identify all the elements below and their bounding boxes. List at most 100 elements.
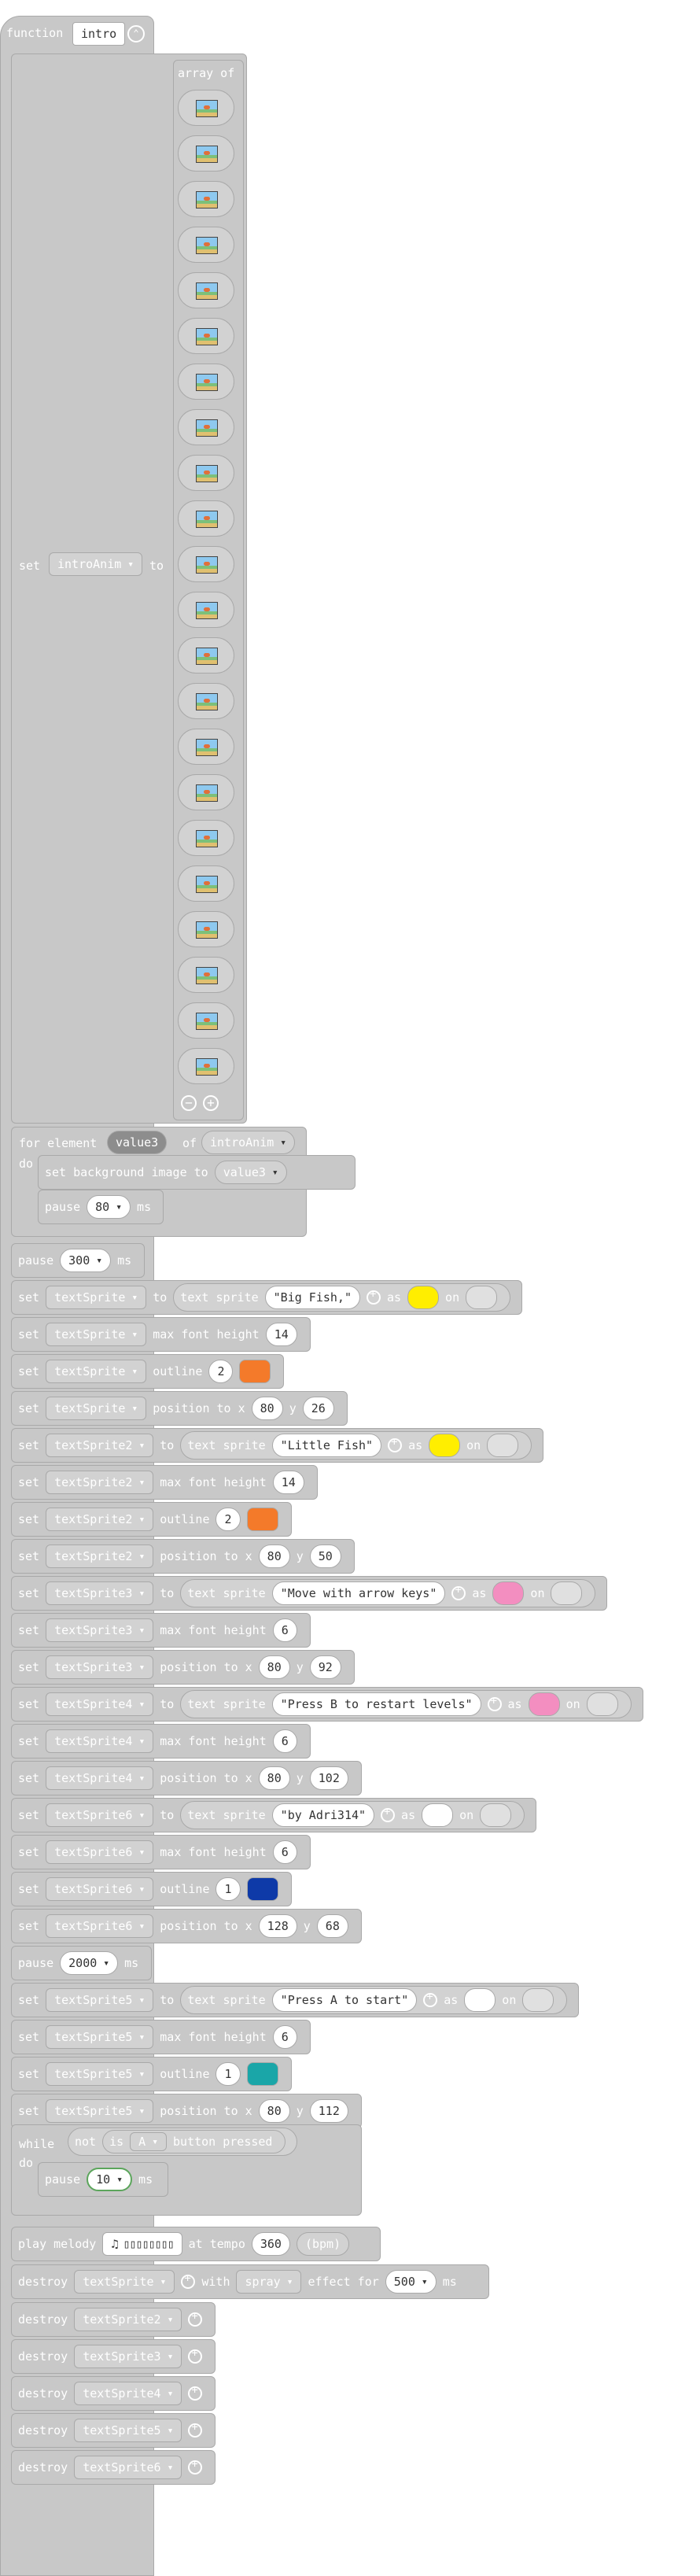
x-value[interactable]: 128 [258, 1914, 297, 1938]
text-sprite-block[interactable]: text sprite "by Adri314" as on [180, 1801, 525, 1829]
image-slot[interactable] [178, 637, 234, 674]
foreground-color-swatch[interactable] [464, 1988, 496, 2012]
font-height-value[interactable]: 6 [272, 2025, 297, 2049]
while-pause-value[interactable]: 10 [87, 2168, 133, 2191]
set-prop-block[interactable]: set textSprite max font height 14 [11, 1317, 311, 1352]
outline-color-swatch[interactable] [246, 2062, 278, 2086]
sprite-var[interactable]: textSprite3 [46, 1581, 154, 1605]
value3-param[interactable]: value3 [107, 1131, 168, 1154]
function-name-field[interactable]: intro [72, 22, 126, 46]
foreground-color-swatch[interactable] [492, 1581, 525, 1605]
x-value[interactable]: 80 [258, 1766, 290, 1790]
set-pos-block[interactable]: set textSprite5 position to x 80 y 112 [11, 2094, 362, 2128]
intro-anim-var[interactable]: introAnim [49, 552, 143, 576]
pause-inner-block[interactable]: pause 80 ms [38, 1190, 164, 1224]
text-sprite-block[interactable]: text sprite "Little Fish" as on [180, 1431, 532, 1460]
set-prop-block[interactable]: set textSprite2 max font height 14 [11, 1465, 318, 1500]
set-pos-block[interactable]: set textSprite4 position to x 80 y 102 [11, 1761, 362, 1795]
expand-icon[interactable] [423, 1991, 438, 2007]
button-select[interactable]: A [130, 2132, 168, 2151]
is-button-pressed[interactable]: is A button pressed [102, 2130, 286, 2153]
text-value[interactable]: "Move with arrow keys" [271, 1581, 446, 1605]
image-slot[interactable] [178, 911, 234, 947]
background-color-swatch[interactable] [522, 1988, 554, 2012]
destroy-block[interactable]: destroy textSprite5 [11, 2413, 216, 2448]
image-slot[interactable] [178, 318, 234, 354]
expand-icon[interactable] [366, 1288, 381, 1305]
background-color-swatch[interactable] [480, 1803, 512, 1827]
font-height-value[interactable]: 6 [272, 1618, 297, 1642]
sprite-var[interactable]: textSprite5 [46, 2062, 154, 2086]
y-value[interactable]: 68 [316, 1914, 348, 1938]
destroy-var[interactable]: textSprite [74, 2270, 175, 2294]
set-pos-block[interactable]: set textSprite3 position to x 80 y 92 [11, 1650, 355, 1685]
x-value[interactable]: 80 [258, 1544, 290, 1568]
image-slot[interactable] [178, 227, 234, 263]
set-outline-block[interactable]: set textSprite6 outline 1 [11, 1872, 292, 1906]
text-value[interactable]: "by Adri314" [271, 1803, 375, 1827]
pause-value[interactable]: 80 [87, 1195, 131, 1219]
expand-icon[interactable] [381, 1806, 396, 1822]
image-slot[interactable] [178, 729, 234, 765]
font-height-value[interactable]: 6 [272, 1840, 297, 1864]
set-background-block[interactable]: set background image to value3 [38, 1155, 356, 1190]
set-prop-block[interactable]: set textSprite4 max font height 6 [11, 1724, 311, 1759]
image-slot[interactable] [178, 546, 234, 582]
image-slot[interactable] [178, 820, 234, 856]
sprite-var[interactable]: textSprite2 [46, 1508, 154, 1531]
destroy-var[interactable]: textSprite6 [74, 2456, 182, 2479]
y-value[interactable]: 26 [302, 1397, 334, 1420]
image-slot[interactable] [178, 364, 234, 400]
foreground-color-swatch[interactable] [407, 1286, 440, 1309]
sprite-var[interactable]: textSprite6 [46, 1877, 154, 1901]
y-value[interactable]: 92 [309, 1655, 341, 1679]
x-value[interactable]: 80 [251, 1397, 283, 1420]
expand-icon[interactable] [188, 2384, 203, 2401]
sprite-var[interactable]: textSprite [46, 1397, 147, 1420]
x-value[interactable]: 80 [258, 1655, 290, 1679]
sprite-var[interactable]: textSprite2 [46, 1544, 154, 1568]
image-slot[interactable] [178, 90, 234, 126]
background-color-swatch[interactable] [586, 1692, 618, 1716]
set-outline-block[interactable]: set textSprite5 outline 1 [11, 2057, 292, 2091]
y-value[interactable]: 102 [309, 1766, 348, 1790]
sprite-var[interactable]: textSprite4 [46, 1729, 154, 1753]
destroy-var[interactable]: textSprite5 [74, 2419, 182, 2442]
image-slot[interactable] [178, 683, 234, 719]
while-pause-block[interactable]: pause 10 ms [38, 2162, 168, 2197]
image-slot[interactable] [178, 409, 234, 445]
remove-item-icon[interactable]: − [181, 1095, 197, 1111]
text-value[interactable]: "Press A to start" [271, 1988, 418, 2012]
set-text-block[interactable]: set textSprite2 to text sprite "Little Fish"… [11, 1428, 544, 1463]
set-text-block[interactable]: set textSprite6 to text sprite "by Adri314" a… [11, 1798, 537, 1832]
set-text-block[interactable]: set textSprite3 to text sprite "Move with ar… [11, 1576, 608, 1611]
expand-icon[interactable] [181, 2272, 196, 2289]
text-value[interactable]: "Little Fish" [271, 1434, 382, 1457]
pause-value[interactable]: 300 [60, 1249, 112, 1272]
set-text-block[interactable]: set textSprite4 to text sprite "Press B to r… [11, 1687, 643, 1722]
destroy-block[interactable]: destroy textSprite2 [11, 2302, 216, 2337]
collapse-icon[interactable]: ⌃ [127, 25, 145, 42]
destroy-var[interactable]: textSprite3 [74, 2345, 182, 2368]
image-slot[interactable] [178, 957, 234, 993]
text-sprite-block[interactable]: text sprite "Press B to restart levels" as… [180, 1690, 632, 1718]
background-color-swatch[interactable] [551, 1581, 583, 1605]
font-height-value[interactable]: 6 [272, 1729, 297, 1753]
sprite-var[interactable]: textSprite6 [46, 1803, 154, 1827]
destroy-block[interactable]: destroy textSprite3 [11, 2339, 216, 2374]
outline-width-value[interactable]: 1 [216, 1877, 241, 1901]
intro-anim-list[interactable]: introAnim [201, 1131, 296, 1154]
set-prop-block[interactable]: set textSprite5 max font height 6 [11, 2020, 311, 2054]
sprite-var[interactable]: textSprite6 [46, 1914, 154, 1938]
font-height-value[interactable]: 14 [272, 1471, 304, 1494]
image-slot[interactable] [178, 135, 234, 172]
melody-editor[interactable]: ♫ ▯▯▯▯▯▯▯▯ [102, 2232, 182, 2256]
outline-width-value[interactable]: 2 [216, 1508, 241, 1531]
set-prop-block[interactable]: set textSprite6 max font height 6 [11, 1835, 311, 1869]
expand-icon[interactable] [188, 2310, 203, 2327]
destroy-block[interactable]: destroy textSprite6 [11, 2450, 216, 2485]
sprite-var[interactable]: textSprite4 [46, 1692, 154, 1716]
sprite-var[interactable]: textSprite [46, 1360, 147, 1383]
expand-icon[interactable] [451, 1584, 466, 1600]
sprite-var[interactable]: textSprite5 [46, 1988, 154, 2012]
